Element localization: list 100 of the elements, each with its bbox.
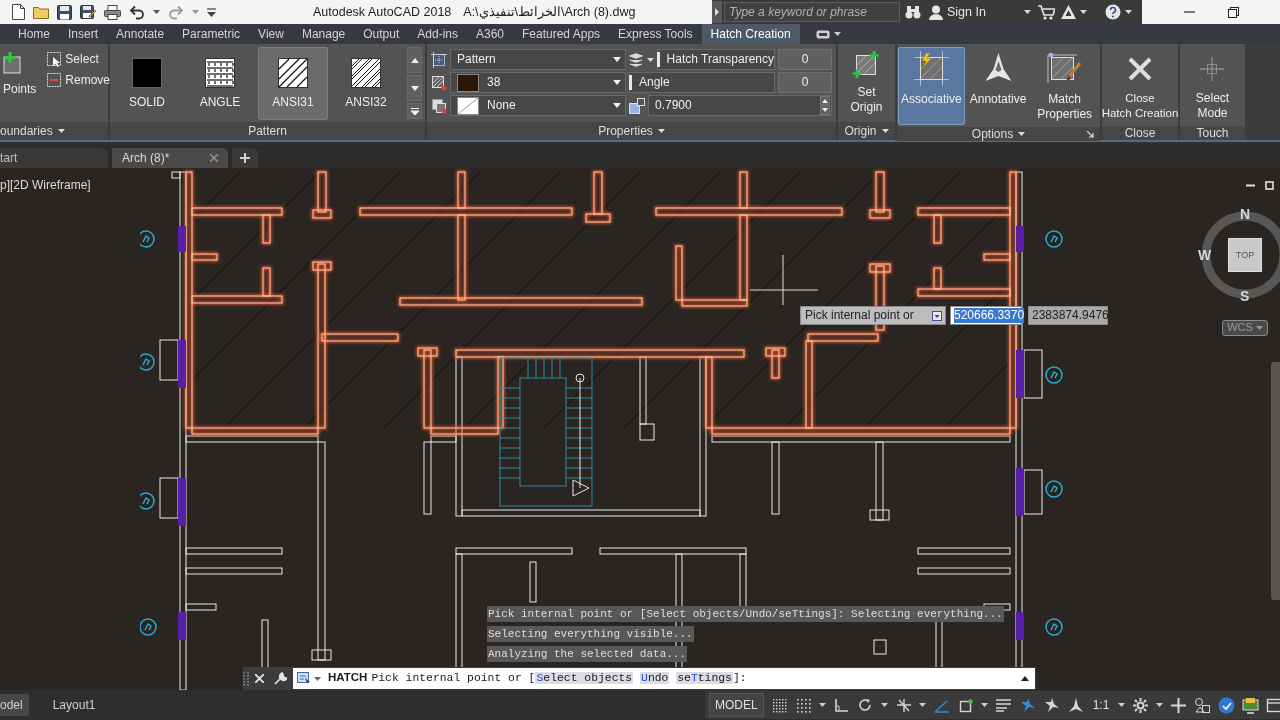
scroll-up-button[interactable]	[407, 47, 422, 73]
menu-caret-icon[interactable]	[207, 7, 216, 17]
pattern-tile[interactable]: ANSI32	[331, 47, 401, 120]
command-window-icon[interactable]	[297, 672, 311, 685]
command-option[interactable]: Select objects	[535, 672, 634, 685]
plus-square-icon[interactable]	[3, 52, 23, 76]
ribbon-tab[interactable]: Hatch Creation	[701, 24, 800, 44]
spinner-arrows-icon[interactable]	[820, 96, 830, 115]
ribbon-tab[interactable]: Insert	[59, 24, 108, 44]
caret-icon[interactable]	[980, 703, 988, 707]
isolate-shapes-icon[interactable]	[1194, 696, 1212, 714]
scale-field[interactable]: 0.7900	[648, 95, 832, 116]
angle-value-field[interactable]: 0	[778, 72, 832, 93]
monitor-icon[interactable]	[1242, 696, 1260, 714]
compass-direction-label[interactable]: S	[1240, 289, 1250, 303]
ribbon-tab[interactable]: Annotate	[107, 24, 174, 44]
search-field[interactable]: Type a keyword or phrase	[724, 2, 900, 22]
viewport-label[interactable]: p][2D Wireframe]	[0, 178, 91, 193]
dialog-launcher-icon[interactable]	[1087, 130, 1094, 138]
file-tab[interactable]: Arch (8)*	[112, 148, 228, 168]
ribbon-tab[interactable]: Home	[9, 24, 59, 44]
check-circle-icon[interactable]	[1218, 696, 1236, 714]
hatch-color-dropdown[interactable]: 38	[450, 72, 626, 93]
hatch-type-dropdown[interactable]: Pattern	[450, 49, 626, 70]
new-file-icon[interactable]	[12, 4, 25, 20]
viewcube-top-face[interactable]: TOP	[1228, 238, 1262, 272]
wrench-icon[interactable]	[274, 672, 287, 685]
panel-toggle-icon[interactable]	[815, 29, 830, 39]
restore-icon[interactable]	[1265, 181, 1274, 190]
undo-icon[interactable]	[129, 4, 145, 20]
ribbon-tab[interactable]: Featured Apps	[513, 24, 610, 44]
user-icon[interactable]	[929, 4, 943, 20]
minimize-icon[interactable]	[1246, 184, 1255, 187]
caret-icon[interactable]	[1018, 132, 1026, 137]
caret-icon[interactable]	[881, 129, 889, 133]
right-angle-icon[interactable]	[832, 696, 850, 714]
slider-thumb[interactable]	[656, 52, 660, 67]
transparency-value-field[interactable]: 0	[778, 49, 832, 70]
file-tab[interactable]: tart	[0, 148, 108, 168]
layout-tab[interactable]: odel	[0, 694, 29, 716]
help-icon[interactable]	[1104, 4, 1121, 20]
up-arrow-icon[interactable]	[1021, 676, 1029, 681]
gear-icon[interactable]	[1132, 696, 1150, 714]
hatch-option-button[interactable]: Associative	[898, 47, 965, 125]
cart-icon[interactable]	[1037, 4, 1055, 20]
caret-icon[interactable]	[918, 703, 926, 707]
window-icon[interactable]	[1266, 696, 1280, 714]
compass-direction-label[interactable]: N	[1240, 207, 1251, 221]
slashed-cross-icon[interactable]	[894, 696, 912, 714]
command-line-field[interactable]: HATCH Pick internal point or [Select objects Undo seTtings]:	[293, 668, 1035, 689]
ribbon-tab[interactable]: Parametric	[173, 24, 250, 44]
hatch-option-button[interactable]: Match Properties	[1031, 47, 1098, 125]
caret-icon[interactable]	[314, 676, 321, 681]
caret-icon[interactable]	[880, 703, 888, 707]
slider-thumb[interactable]	[629, 75, 632, 90]
dropdown-caret-icon[interactable]	[613, 80, 621, 85]
save-icon[interactable]	[57, 4, 72, 20]
angle-slider[interactable]: Angle	[629, 72, 775, 93]
redo-icon[interactable]	[168, 4, 184, 20]
pattern-tile[interactable]: ANSI31	[258, 47, 328, 120]
ribbon-tab[interactable]: View	[249, 24, 293, 44]
minus-square-icon[interactable]	[47, 73, 62, 88]
command-option[interactable]: seTtings	[676, 672, 733, 685]
hatch-option-button[interactable]: Annotative	[966, 47, 1030, 125]
dropdown-caret-icon[interactable]	[612, 57, 621, 62]
close-hatch-creation-button[interactable]: Close Hatch Creation	[1098, 47, 1182, 124]
pattern-tile[interactable]: SOLID	[112, 47, 182, 120]
printer-icon[interactable]	[104, 4, 121, 20]
stacked-lines-icon[interactable]	[994, 696, 1012, 714]
select-mode-button[interactable]: Select Mode	[1192, 47, 1233, 124]
binoculars-icon[interactable]	[905, 5, 921, 19]
scroll-down-button[interactable]	[407, 75, 422, 101]
background-color-dropdown[interactable]: None	[450, 95, 626, 116]
set-origin-button[interactable]: Set Origin	[847, 47, 886, 120]
pattern-tile[interactable]: ANGLE	[185, 47, 255, 120]
grip-dots-icon[interactable]	[243, 670, 249, 687]
compass-direction-label[interactable]: W	[1198, 248, 1212, 262]
caret-icon[interactable]	[1124, 10, 1132, 14]
caret-icon[interactable]	[657, 129, 665, 133]
plus-icon[interactable]	[1170, 696, 1188, 714]
caret-icon[interactable]	[818, 703, 826, 707]
gallery-expand-button[interactable]	[407, 103, 422, 119]
caret-icon[interactable]	[153, 10, 160, 14]
save-as-icon[interactable]	[80, 4, 96, 20]
restore-icon[interactable]	[1228, 6, 1239, 18]
boundary-tool-button[interactable]: Select	[45, 51, 113, 68]
triangle-icon[interactable]	[1060, 4, 1076, 20]
transparency-slider[interactable]: Hatch Transparency	[656, 49, 775, 70]
caret-icon[interactable]	[1156, 703, 1164, 707]
stack-icon[interactable]	[628, 52, 643, 67]
new-tab-button[interactable]	[232, 148, 258, 168]
sign-in-link[interactable]: Sign In	[947, 4, 986, 20]
snap-grid-icon[interactable]	[794, 696, 812, 714]
open-folder-icon[interactable]	[33, 5, 49, 19]
caret-icon[interactable]	[1118, 703, 1126, 707]
coordinate-input-field[interactable]: 2383874.9476	[1028, 306, 1108, 325]
ribbon-tab[interactable]: Output	[354, 24, 409, 44]
caret-icon[interactable]	[646, 57, 654, 62]
circular-arrow-icon[interactable]	[856, 696, 874, 714]
command-option[interactable]: Undo	[640, 672, 670, 685]
